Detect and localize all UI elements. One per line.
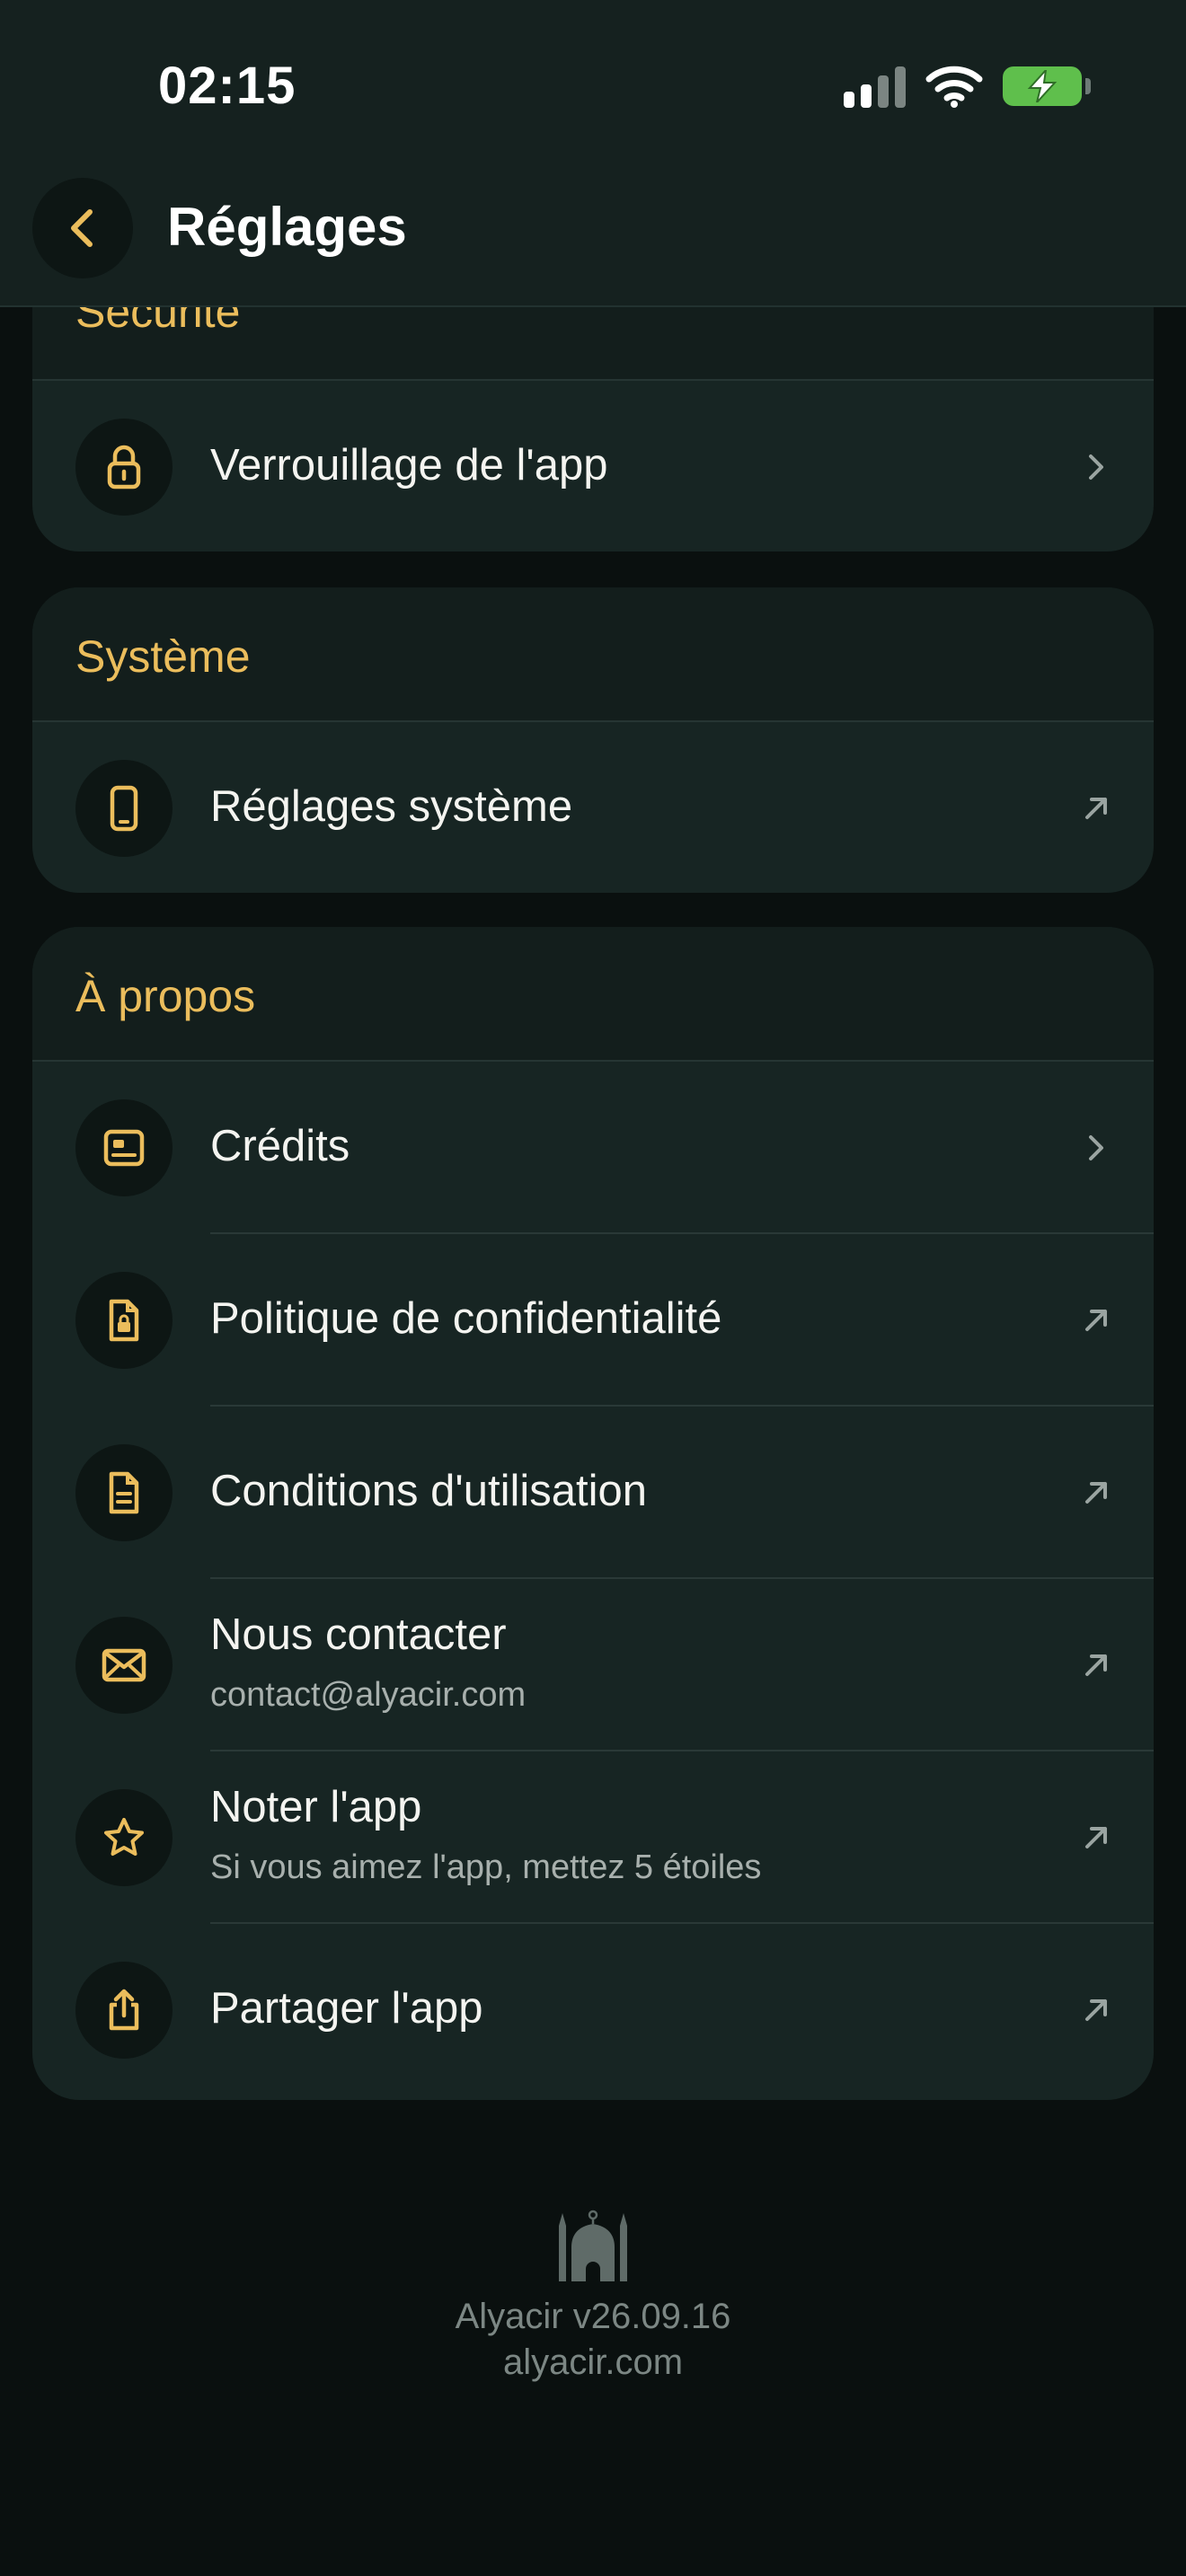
- list-item-share-app[interactable]: Partager l'app: [32, 1924, 1154, 2096]
- document-text-icon: [75, 1444, 173, 1541]
- star-icon: [75, 1789, 173, 1886]
- section-title-about: À propos: [75, 971, 256, 1021]
- back-button[interactable]: [32, 178, 133, 278]
- item-sublabel: contact@alyacir.com: [210, 1676, 527, 1714]
- external-arrow-icon: [1078, 1302, 1114, 1338]
- list-item-system-settings[interactable]: Réglages système: [32, 722, 1154, 893]
- navigation-bar: Réglages: [0, 171, 1186, 307]
- chevron-right-icon: [1078, 449, 1114, 485]
- phone-icon: [75, 760, 173, 857]
- list-item-terms-of-use[interactable]: Conditions d'utilisation: [32, 1407, 1154, 1579]
- share-icon: [75, 1962, 173, 2059]
- list-item-rate-app[interactable]: Noter l'app Si vous aimez l'app, mettez …: [32, 1751, 1154, 1924]
- section-title-system: Système: [75, 631, 251, 682]
- section-header: Système: [32, 587, 1154, 722]
- external-arrow-icon: [1078, 1475, 1114, 1511]
- battery-charging-icon: [1003, 66, 1091, 106]
- about-section: À propos Crédits Politique de confidenti…: [32, 927, 1154, 2100]
- mosque-icon: [559, 2210, 627, 2281]
- id-card-icon: [75, 1099, 173, 1196]
- list-item-privacy-policy[interactable]: Politique de confidentialité: [32, 1234, 1154, 1407]
- lock-icon: [75, 419, 173, 516]
- cellular-signal-icon: [844, 65, 906, 108]
- item-label: Partager l'app: [210, 1984, 483, 2033]
- list-item-credits[interactable]: Crédits: [32, 1062, 1154, 1234]
- website-link[interactable]: alyacir.com: [0, 2342, 1186, 2383]
- item-label: Réglages système: [210, 782, 573, 831]
- envelope-icon: [75, 1617, 173, 1714]
- external-arrow-icon: [1078, 1647, 1114, 1683]
- external-arrow-icon: [1078, 1992, 1114, 2028]
- chevron-right-icon: [1078, 1130, 1114, 1166]
- item-label: Crédits: [210, 1122, 350, 1170]
- page-title: Réglages: [167, 197, 407, 257]
- item-label: Conditions d'utilisation: [210, 1467, 648, 1515]
- app-version: Alyacir v26.09.16: [455, 2297, 731, 2336]
- wifi-icon: [925, 66, 983, 108]
- external-arrow-icon: [1078, 790, 1114, 826]
- list-item-contact-us[interactable]: Nous contacter contact@alyacir.com: [32, 1579, 1154, 1751]
- status-icons: [844, 65, 1091, 108]
- external-arrow-icon: [1078, 1820, 1114, 1856]
- status-bar: 02:15: [0, 0, 1186, 171]
- document-lock-icon: [75, 1272, 173, 1369]
- chevron-left-icon: [71, 209, 93, 247]
- item-label: Politique de confidentialité: [210, 1294, 722, 1343]
- status-time: 02:15: [158, 57, 296, 115]
- system-section: Système Réglages système: [32, 587, 1154, 893]
- item-sublabel: Si vous aimez l'app, mettez 5 étoiles: [210, 1848, 762, 1886]
- list-item-app-lock[interactable]: Verrouillage de l'app: [32, 381, 1154, 551]
- item-label: Noter l'app: [210, 1783, 422, 1831]
- item-label: Nous contacter: [210, 1610, 507, 1659]
- item-label: Verrouillage de l'app: [210, 441, 608, 490]
- app-footer: Alyacir v26.09.16 alyacir.com: [0, 2206, 1186, 2383]
- section-header: À propos: [32, 927, 1154, 1062]
